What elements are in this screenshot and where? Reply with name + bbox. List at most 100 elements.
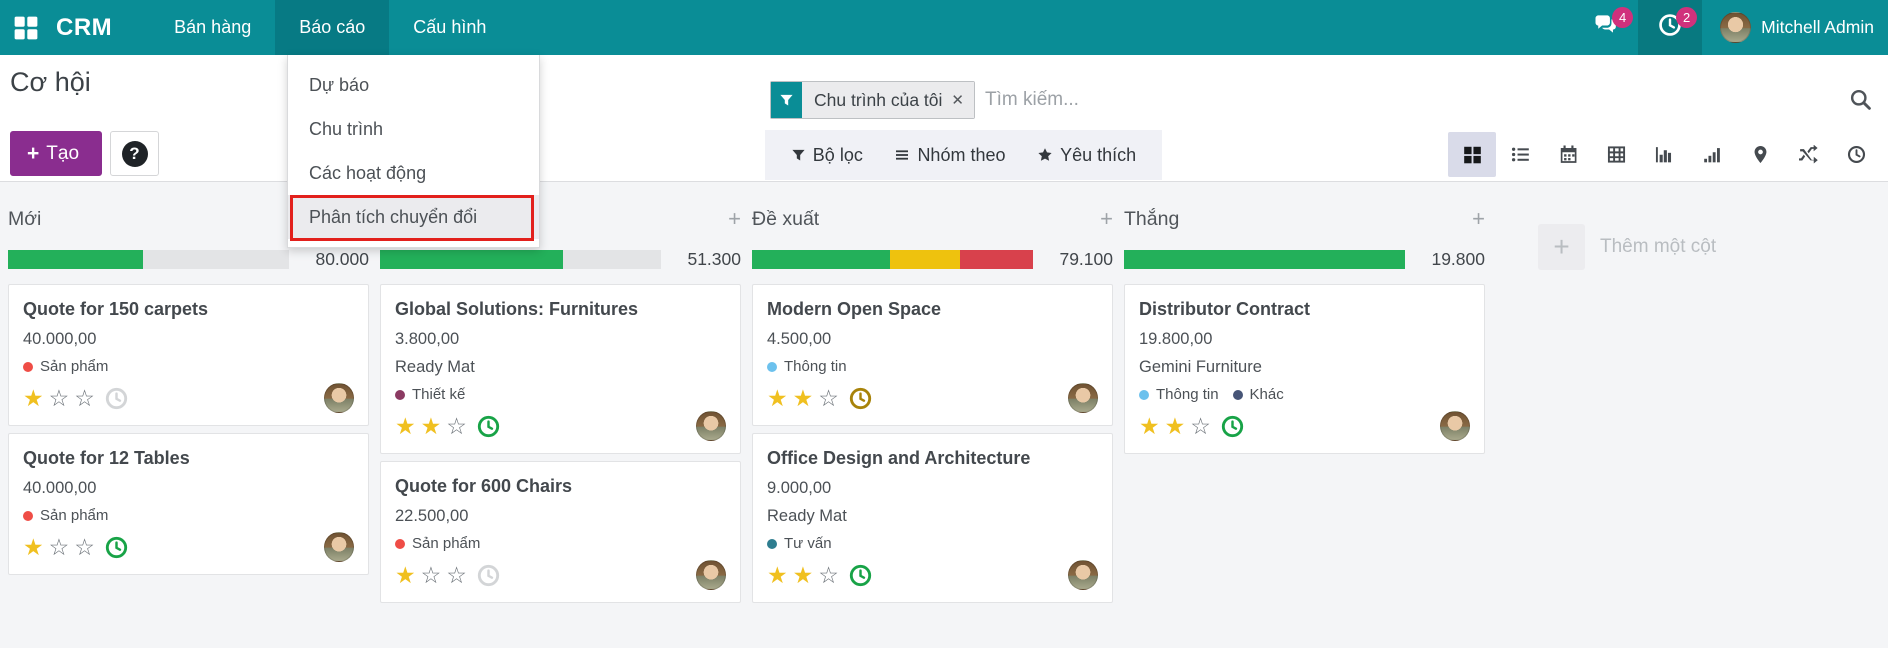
progress-segment[interactable] xyxy=(563,250,661,269)
progress-bar[interactable] xyxy=(380,250,661,269)
tag-san-pham[interactable]: Sản phẩm xyxy=(23,507,108,524)
view-kanban-button[interactable] xyxy=(1448,132,1496,177)
star-filled-icon[interactable]: ★ xyxy=(767,561,788,589)
search-input[interactable] xyxy=(975,89,1878,111)
progress-bar[interactable] xyxy=(1124,250,1405,269)
help-button[interactable]: ? xyxy=(110,131,159,176)
avatar[interactable] xyxy=(324,532,354,562)
view-clock-button[interactable] xyxy=(1832,132,1880,177)
opportunity-card[interactable]: Quote for 150 carpets40.000,00Sản phẩm★☆… xyxy=(8,284,369,426)
star-empty-icon[interactable]: ☆ xyxy=(818,561,839,589)
activity-clock-icon[interactable] xyxy=(849,564,872,587)
progress-segment[interactable] xyxy=(960,250,1033,269)
star-filled-icon[interactable]: ★ xyxy=(793,561,814,589)
priority-stars[interactable]: ★☆☆ xyxy=(23,384,95,412)
star-empty-icon[interactable]: ☆ xyxy=(49,384,70,412)
star-filled-icon[interactable]: ★ xyxy=(421,412,442,440)
opportunity-card[interactable]: Quote for 12 Tables40.000,00Sản phẩm★☆☆ xyxy=(8,433,369,575)
messages-button[interactable]: 4 xyxy=(1574,0,1638,55)
app-name[interactable]: CRM xyxy=(56,0,112,55)
opportunity-card[interactable]: Global Solutions: Furnitures3.800,00Read… xyxy=(380,284,741,454)
activity-clock-icon[interactable] xyxy=(477,415,500,438)
apps-menu-icon[interactable] xyxy=(0,0,39,55)
tag-san-pham[interactable]: Sản phẩm xyxy=(23,358,108,375)
star-empty-icon[interactable]: ☆ xyxy=(74,384,95,412)
view-pivot-button[interactable] xyxy=(1592,132,1640,177)
view-calendar-button[interactable] xyxy=(1544,132,1592,177)
menu-item-phan-tich-chuyen-oi[interactable]: Phân tích chuyển đổi xyxy=(288,195,539,239)
activity-clock-icon[interactable] xyxy=(477,564,500,587)
tag-thong-tin[interactable]: Thông tin xyxy=(1139,386,1219,403)
filter-toolbar-bo-loc-button[interactable]: Bộ lọc xyxy=(791,145,863,166)
star-filled-icon[interactable]: ★ xyxy=(23,384,44,412)
quick-add-icon[interactable]: + xyxy=(1100,208,1113,230)
priority-stars[interactable]: ★★☆ xyxy=(767,561,839,589)
user-menu[interactable]: Mitchell Admin xyxy=(1702,0,1888,55)
progress-segment[interactable] xyxy=(143,250,289,269)
progress-bar[interactable] xyxy=(752,250,1033,269)
tag-khac[interactable]: Khác xyxy=(1233,386,1284,403)
create-button[interactable]: + Tạo xyxy=(10,131,102,176)
avatar[interactable] xyxy=(324,383,354,413)
star-filled-icon[interactable]: ★ xyxy=(23,533,44,561)
star-empty-icon[interactable]: ☆ xyxy=(421,561,442,589)
opportunity-card[interactable]: Modern Open Space4.500,00Thông tin★★☆ xyxy=(752,284,1113,426)
top-menu-ban-hang[interactable]: Bán hàng xyxy=(150,0,275,55)
progress-segment[interactable] xyxy=(752,250,890,269)
search-icon[interactable] xyxy=(1849,88,1872,116)
progress-segment[interactable] xyxy=(890,250,960,269)
tag-san-pham[interactable]: Sản phẩm xyxy=(395,535,480,552)
star-empty-icon[interactable]: ☆ xyxy=(446,561,467,589)
priority-stars[interactable]: ★☆☆ xyxy=(395,561,467,589)
activity-clock-icon[interactable] xyxy=(1221,415,1244,438)
tag-thong-tin[interactable]: Thông tin xyxy=(767,358,847,375)
activities-button[interactable]: 2 xyxy=(1638,0,1702,55)
activity-clock-icon[interactable] xyxy=(105,387,128,410)
star-filled-icon[interactable]: ★ xyxy=(1139,412,1160,440)
remove-facet-icon[interactable]: ✕ xyxy=(951,91,964,109)
search-facet[interactable]: Chu trình của tôi ✕ xyxy=(770,81,975,119)
avatar[interactable] xyxy=(696,560,726,590)
menu-item-cac-hoat-ong[interactable]: Các hoạt động xyxy=(288,151,539,195)
priority-stars[interactable]: ★☆☆ xyxy=(23,533,95,561)
quick-add-icon[interactable]: + xyxy=(728,208,741,230)
star-filled-icon[interactable]: ★ xyxy=(793,384,814,412)
filter-toolbar-yeu-thich-button[interactable]: Yêu thích xyxy=(1037,145,1136,166)
priority-stars[interactable]: ★★☆ xyxy=(1139,412,1211,440)
opportunity-card[interactable]: Distributor Contract19.800,00Gemini Furn… xyxy=(1124,284,1485,454)
top-menu-cau-hinh[interactable]: Cấu hình xyxy=(389,0,510,55)
priority-stars[interactable]: ★★☆ xyxy=(767,384,839,412)
progress-bar[interactable] xyxy=(8,250,289,269)
view-cohort-button[interactable] xyxy=(1688,132,1736,177)
star-empty-icon[interactable]: ☆ xyxy=(74,533,95,561)
progress-segment[interactable] xyxy=(8,250,143,269)
activity-clock-icon[interactable] xyxy=(105,536,128,559)
avatar[interactable] xyxy=(1068,560,1098,590)
progress-segment[interactable] xyxy=(1124,250,1405,269)
star-empty-icon[interactable]: ☆ xyxy=(818,384,839,412)
view-list-button[interactable] xyxy=(1496,132,1544,177)
progress-segment[interactable] xyxy=(380,250,563,269)
priority-stars[interactable]: ★★☆ xyxy=(395,412,467,440)
tag-thiet-ke[interactable]: Thiết kế xyxy=(395,386,465,403)
activity-clock-icon[interactable] xyxy=(849,387,872,410)
menu-item-du-bao[interactable]: Dự báo xyxy=(288,63,539,107)
filter-toolbar-nhom-theo-button[interactable]: Nhóm theo xyxy=(894,145,1005,166)
opportunity-card[interactable]: Office Design and Architecture9.000,00Re… xyxy=(752,433,1113,603)
star-empty-icon[interactable]: ☆ xyxy=(49,533,70,561)
view-random-button[interactable] xyxy=(1784,132,1832,177)
star-filled-icon[interactable]: ★ xyxy=(1165,412,1186,440)
top-menu-bao-cao[interactable]: Báo cáo xyxy=(275,0,389,55)
tag-tu-van[interactable]: Tư vấn xyxy=(767,535,832,552)
opportunity-card[interactable]: Quote for 600 Chairs22.500,00Sản phẩm★☆☆ xyxy=(380,461,741,603)
quick-add-icon[interactable]: + xyxy=(1472,208,1485,230)
view-graph-button[interactable] xyxy=(1640,132,1688,177)
star-empty-icon[interactable]: ☆ xyxy=(1190,412,1211,440)
avatar[interactable] xyxy=(1068,383,1098,413)
avatar[interactable] xyxy=(1440,411,1470,441)
star-filled-icon[interactable]: ★ xyxy=(767,384,788,412)
avatar[interactable] xyxy=(696,411,726,441)
star-empty-icon[interactable]: ☆ xyxy=(446,412,467,440)
star-filled-icon[interactable]: ★ xyxy=(395,412,416,440)
add-column-button[interactable]: + xyxy=(1538,224,1585,270)
